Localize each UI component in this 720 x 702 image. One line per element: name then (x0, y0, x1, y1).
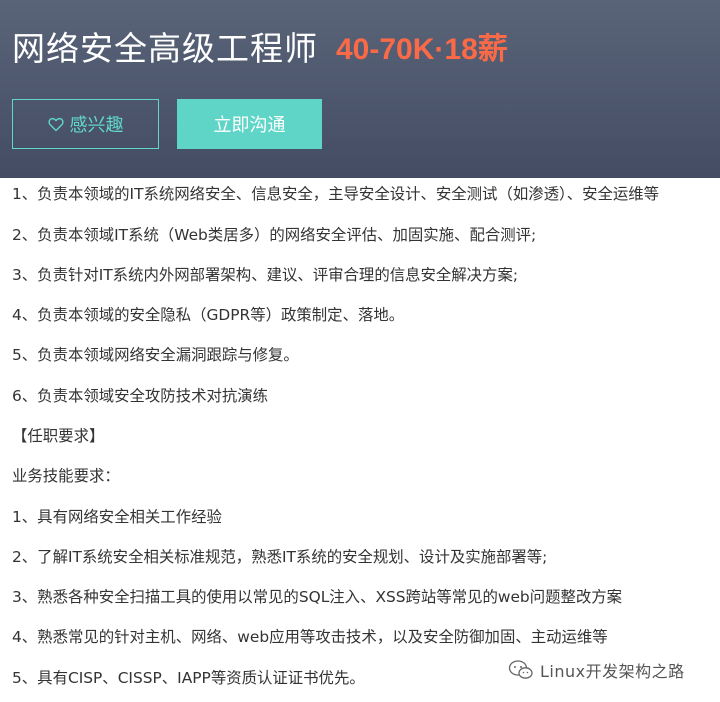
chat-now-label: 立即沟通 (213, 115, 286, 136)
req-line: 2、了解IT系统安全相关标准规范，熟悉IT系统的安全规划、设计及实施部署等; (12, 548, 548, 566)
interested-button[interactable]: 感兴趣 (12, 99, 159, 149)
watermark-text: Linux开发架构之路 (540, 662, 685, 681)
watermark: Linux开发架构之路 (508, 656, 685, 684)
chat-now-button[interactable]: 立即沟通 (177, 99, 322, 149)
req-line: 1、具有网络安全相关工作经验 (12, 508, 222, 526)
salary: 40-70K·18薪 (336, 33, 508, 66)
desc-line: 5、负责本领域网络安全漏洞跟踪与修复。 (12, 346, 299, 364)
desc-line: 1、负责本领域的IT系统网络安全、信息安全，主导安全设计、安全测试（如渗透）、安… (12, 185, 660, 203)
req-line: 3、熟悉各种安全扫描工具的使用以常见的SQL注入、XSS跨站等常见的web问题整… (12, 588, 623, 606)
title-row: 网络安全高级工程师 40-70K·18薪 (12, 20, 508, 72)
desc-line: 3、负责针对IT系统内外网部署架构、建议、评审合理的信息安全解决方案; (12, 266, 519, 284)
desc-line: 6、负责本领域安全攻防技术对抗演练 (12, 387, 269, 405)
job-title: 网络安全高级工程师 (12, 29, 318, 68)
desc-line: 2、负责本领域IT系统（Web类居多）的网络安全评估、加固实施、配合测评; (12, 226, 537, 244)
requirements-heading: 【任职要求】 (12, 427, 105, 445)
desc-line: 4、负责本领域的安全隐私（GDPR等）政策制定、落地。 (12, 306, 405, 324)
interested-label: 感兴趣 (69, 115, 124, 136)
skills-subheading: 业务技能要求： (12, 467, 120, 485)
heart-icon (47, 117, 64, 132)
req-line: 4、熟悉常见的针对主机、网络、web应用等攻击技术，以及安全防御加固、主动运维等 (12, 628, 608, 646)
wechat-icon (508, 659, 534, 681)
job-header: 网络安全高级工程师 40-70K·18薪 感兴趣 立即沟通 (0, 0, 720, 178)
